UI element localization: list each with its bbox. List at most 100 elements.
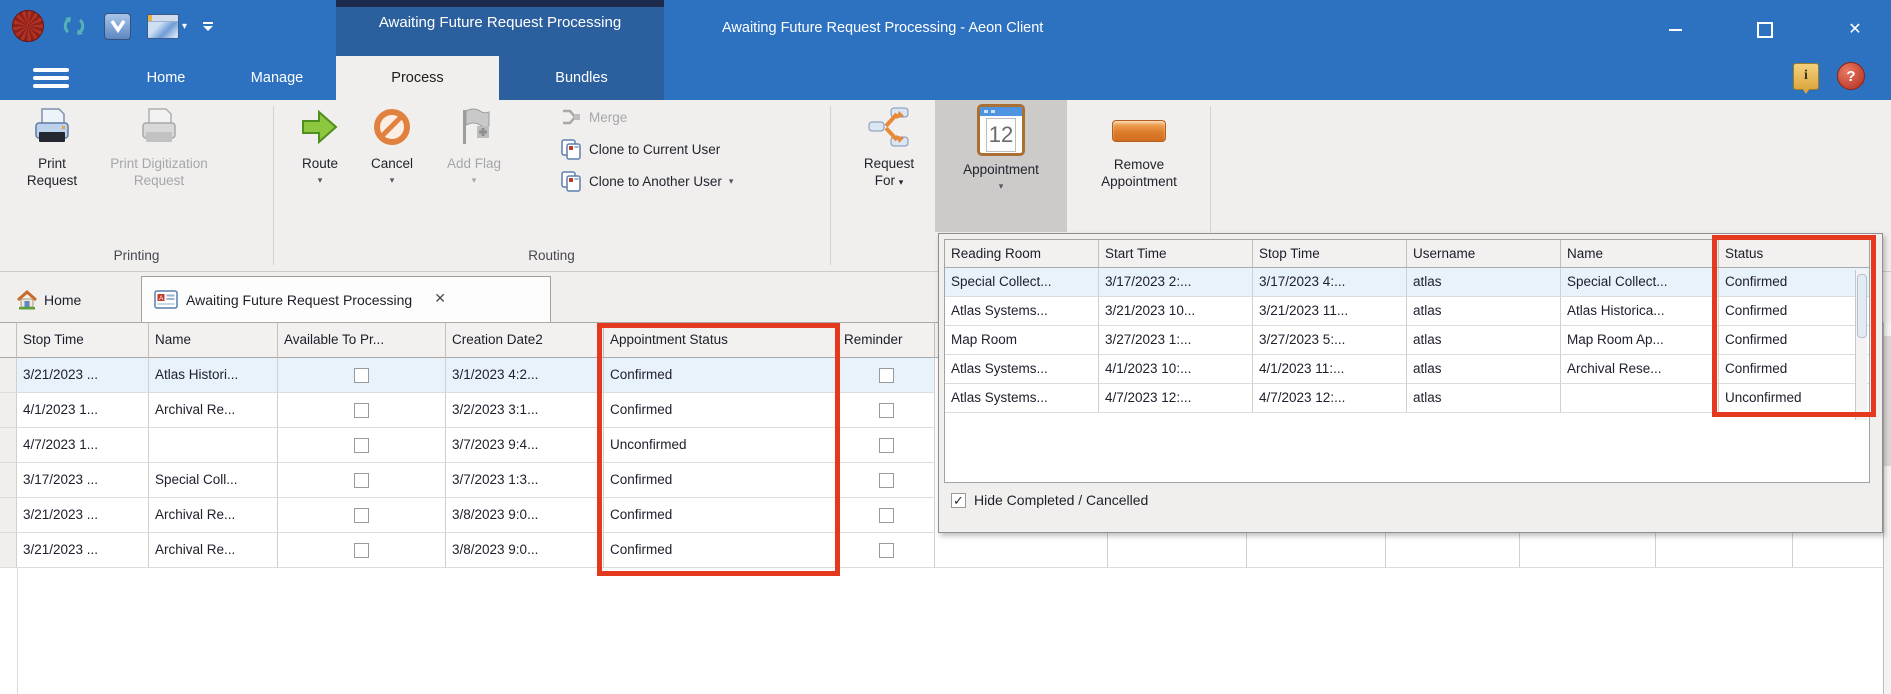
maximize-button[interactable]: [1748, 16, 1782, 44]
minimize-button[interactable]: [1658, 16, 1692, 44]
appointment-list: Reading Room Start Time Stop Time Userna…: [944, 239, 1870, 483]
calendar-icon: 12: [977, 104, 1025, 156]
minimize-icon: [1669, 29, 1682, 31]
clone-icon: [560, 170, 582, 192]
aeon-logo-icon[interactable]: [12, 10, 44, 42]
popup-col-stop-time[interactable]: Stop Time: [1253, 240, 1407, 268]
group-separator: [273, 106, 274, 265]
print-digitization-request-button[interactable]: Print Digitization Request: [96, 104, 222, 244]
available-checkbox[interactable]: [354, 543, 369, 558]
request-for-button[interactable]: Request For ▾: [845, 104, 933, 244]
qat-overflow-icon[interactable]: [203, 22, 213, 31]
appointment-dropdown-panel: Reading Room Start Time Stop Time Userna…: [938, 233, 1883, 533]
reminder-checkbox[interactable]: [879, 508, 894, 523]
merge-button[interactable]: Merge: [560, 104, 627, 130]
hide-completed-checkbox[interactable]: ✓: [951, 493, 966, 508]
hide-completed-row: ✓ Hide Completed / Cancelled: [951, 492, 1148, 508]
col-header-name[interactable]: Name: [149, 322, 278, 358]
doc-tab-home[interactable]: Home: [16, 282, 81, 318]
flag-disabled-icon: [451, 104, 497, 150]
routing-group-label: Routing: [273, 248, 830, 263]
reminder-checkbox[interactable]: [879, 438, 894, 453]
window-title: Awaiting Future Request Processing - Aeo…: [722, 20, 1043, 36]
available-checkbox[interactable]: [354, 368, 369, 383]
maximize-icon: [1757, 22, 1773, 38]
available-checkbox[interactable]: [354, 473, 369, 488]
cancel-icon: [369, 104, 415, 150]
home-icon: [16, 290, 38, 310]
request-for-icon: [866, 104, 912, 150]
tab-close-icon[interactable]: ✕: [434, 291, 446, 308]
col-header-appointment-status[interactable]: Appointment Status: [604, 322, 838, 358]
col-header-available[interactable]: Available To Pr...: [278, 322, 446, 358]
popup-scrollbar[interactable]: [1855, 270, 1867, 420]
popup-col-status[interactable]: Status: [1719, 240, 1869, 268]
contextual-tab-label: Awaiting Future Request Processing: [336, 14, 664, 31]
available-checkbox[interactable]: [354, 438, 369, 453]
reminder-checkbox[interactable]: [879, 543, 894, 558]
clone-icon: [560, 138, 582, 160]
dropdown-caret-icon: ▾: [729, 176, 734, 187]
row-indicator-header: [0, 322, 17, 358]
svg-text:A: A: [159, 295, 164, 302]
remove-appointment-icon: [1112, 120, 1166, 142]
quick-access-toolbar: ▾: [0, 4, 213, 48]
appointment-button[interactable]: 12 Appointment ▾: [935, 100, 1067, 232]
request-card-icon: A: [154, 290, 178, 310]
reminder-checkbox[interactable]: [879, 403, 894, 418]
help-icon[interactable]: ?: [1837, 62, 1865, 90]
available-checkbox[interactable]: [354, 403, 369, 418]
dropdown-caret-icon: ▾: [472, 175, 477, 186]
appointment-row[interactable]: Atlas Systems... 4/7/2023 12:... 4/7/202…: [945, 384, 1869, 413]
reminder-checkbox[interactable]: [879, 368, 894, 383]
doc-tab-awaiting-future-request-processing[interactable]: A Awaiting Future Request Processing ✕: [141, 276, 551, 322]
dropdown-caret-icon: ▾: [999, 181, 1004, 192]
close-button[interactable]: ✕: [1838, 16, 1872, 44]
window-menu-button[interactable]: ▾: [147, 14, 187, 39]
dropdown-caret-icon: ▾: [182, 21, 187, 32]
dropdown-caret-icon: ▾: [318, 175, 323, 186]
appointment-row[interactable]: Atlas Systems... 3/21/2023 10... 3/21/20…: [945, 297, 1869, 326]
cancel-button[interactable]: Cancel ▾: [360, 104, 424, 244]
popup-col-start-time[interactable]: Start Time: [1099, 240, 1253, 268]
appointment-row[interactable]: Map Room 3/27/2023 1:... 3/27/2023 5:...…: [945, 326, 1869, 355]
hide-completed-label: Hide Completed / Cancelled: [974, 492, 1148, 508]
help-icons: i ?: [1793, 62, 1865, 90]
refresh-icon[interactable]: [60, 12, 88, 40]
route-button[interactable]: Route ▾: [288, 104, 352, 244]
clone-to-current-user-button[interactable]: Clone to Current User: [560, 136, 720, 162]
printer-disabled-icon: [136, 104, 182, 150]
available-checkbox[interactable]: [354, 508, 369, 523]
aeon-client-window: Awaiting Future Request Processing Await…: [0, 0, 1891, 694]
appointment-row[interactable]: Atlas Systems... 4/1/2023 10:... 4/1/202…: [945, 355, 1869, 384]
scrollbar-thumb[interactable]: [1884, 336, 1891, 466]
window-icon: [147, 14, 179, 39]
reminder-checkbox[interactable]: [879, 473, 894, 488]
add-flag-button[interactable]: Add Flag ▾: [432, 104, 516, 244]
close-icon: ✕: [1848, 22, 1861, 38]
col-header-reminder[interactable]: Reminder: [838, 322, 935, 358]
remove-appointment-button[interactable]: Remove Appointment: [1078, 104, 1200, 244]
col-header-stop-time[interactable]: Stop Time: [17, 322, 149, 358]
tab-bundles[interactable]: Bundles: [499, 56, 664, 100]
printing-group-label: Printing: [0, 248, 273, 263]
appointment-row[interactable]: Special Collect... 3/17/2023 2:... 3/17/…: [945, 268, 1869, 297]
app-menu-button[interactable]: [28, 64, 74, 92]
contextual-tab-strip: [336, 0, 664, 7]
tab-manage[interactable]: Manage: [222, 56, 332, 100]
popup-col-username[interactable]: Username: [1407, 240, 1561, 268]
tab-home[interactable]: Home: [120, 56, 212, 100]
popup-scrollbar-thumb[interactable]: [1857, 274, 1867, 338]
dropdown-caret-icon: ▾: [390, 175, 395, 186]
info-balloon-icon[interactable]: i: [1793, 63, 1819, 90]
dropdown-caret-icon: ▾: [899, 177, 904, 187]
clone-to-another-user-button[interactable]: Clone to Another User ▾: [560, 168, 733, 194]
popup-col-reading-room[interactable]: Reading Room: [945, 240, 1099, 268]
tab-process[interactable]: Process: [336, 56, 499, 100]
print-request-button[interactable]: Print Request: [12, 104, 92, 244]
popup-col-name[interactable]: Name: [1561, 240, 1719, 268]
col-header-creation-date[interactable]: Creation Date2: [446, 322, 604, 358]
table-row[interactable]: 3/21/2023 ... Archival Re... 3/8/2023 9:…: [0, 533, 1883, 568]
route-arrow-icon: [297, 104, 343, 150]
chevron-box-icon[interactable]: [104, 13, 131, 40]
